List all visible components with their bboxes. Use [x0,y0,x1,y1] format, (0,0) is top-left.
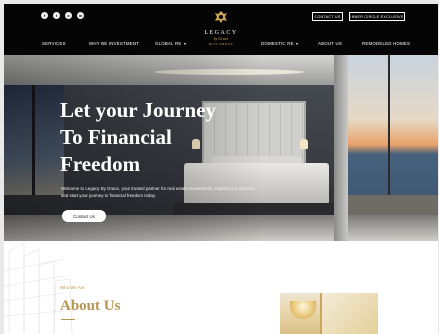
nav-item-services[interactable]: SERVICES [42,41,66,46]
nav-item-label: GLOBAL RE [155,41,182,46]
about-section: Who We Are About Us [4,241,438,334]
inner-circle-button[interactable]: INNER CIRCLE EXCLUSIVE [349,12,405,21]
hero-contact-button[interactable]: Contact Us [62,210,106,222]
nav-item-why-be-investment[interactable]: WHY BE INVESTMENT [89,41,139,46]
facebook-icon[interactable]: f [41,12,48,19]
nav-item-domestic-re[interactable]: DOMESTIC RE [261,41,298,46]
nav-item-global-re[interactable]: GLOBAL RE [155,41,186,46]
about-divider [61,319,75,320]
nav-item-label: REMODELED HOMES [362,41,411,46]
hero-title-line: Freedom [60,152,141,176]
linkedin-icon[interactable]: in [77,12,84,19]
hero-bg-balcony [348,195,438,215]
nav-item-label: ABOUT US [318,41,342,46]
main-nav: SERVICES WHY BE INVESTMENT GLOBAL RE DOM… [4,41,438,51]
hero-bg-window-sunset [348,55,438,215]
about-eyebrow: Who We Are [60,285,85,290]
instagram-icon[interactable]: o [65,12,72,19]
chevron-down-icon [295,42,298,45]
hero-title: Let your Journey To Financial Freedom [60,97,270,178]
nav-item-label: SERVICES [42,41,66,46]
about-image [280,293,378,334]
about-image-arch [320,293,378,334]
nav-item-remodeled-homes[interactable]: REMODELED HOMES [362,41,410,46]
browser-page: f t o in LEGACY by Grace RIYA GROUP CONT… [4,4,438,334]
hero-bg-pillar [334,55,348,241]
hero-title-line: To Financial [60,125,172,149]
hero-bg-window-mullion [388,55,390,215]
chevron-down-icon [183,42,186,45]
hero-title-line: Let your Journey [60,98,216,122]
chandelier-icon [290,301,316,319]
social-links: f t o in [41,12,84,19]
nav-item-label: DOMESTIC RE [261,41,294,46]
nav-item-about-us[interactable]: ABOUT US [318,41,342,46]
site-header: f t o in LEGACY by Grace RIYA GROUP CONT… [4,4,438,55]
nav-item-label: WHY BE INVESTMENT [89,41,140,46]
twitter-icon[interactable]: t [53,12,60,19]
contact-us-button[interactable]: CONTACT US [312,12,343,21]
hero-bg-lamp-right [300,139,308,149]
hero-description: Welcome to Legacy By Grace, your trusted… [61,186,255,198]
lion-crest-icon [215,11,227,23]
about-title: About Us [60,298,121,314]
hero-section: Let your Journey To Financial Freedom We… [4,55,438,241]
